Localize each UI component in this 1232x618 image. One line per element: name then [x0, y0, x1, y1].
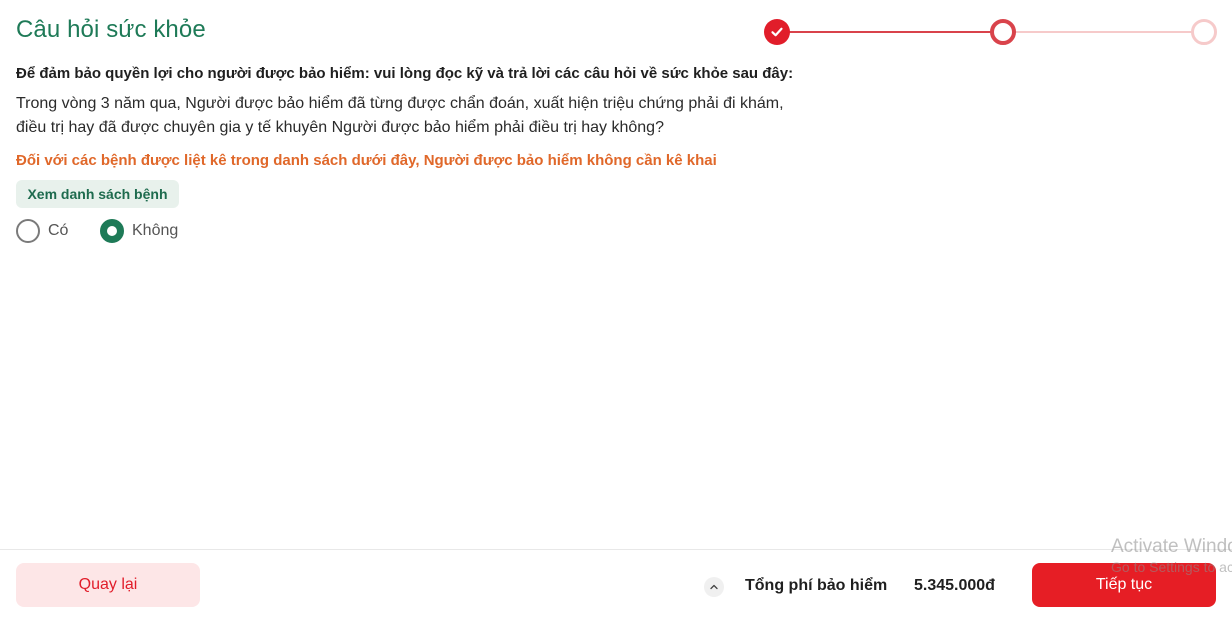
total-fee-label: Tổng phí bảo hiểm: [745, 577, 888, 594]
exclusion-note: Đối với các bệnh được liệt kê trong danh…: [16, 152, 717, 169]
footer-divider: [0, 549, 1232, 550]
stepper-line-completed: [788, 31, 1002, 33]
question-text: Trong vòng 3 năm qua, Người được bảo hiể…: [16, 95, 784, 136]
radio-yes-label: Có: [48, 222, 69, 239]
stepper-line-upcoming: [1014, 31, 1204, 33]
chevron-up-icon: [710, 584, 718, 590]
continue-button[interactable]: Tiếp tục: [1032, 563, 1216, 607]
fee-details-toggle[interactable]: [704, 577, 724, 597]
view-disease-list-button[interactable]: Xem danh sách bệnh: [16, 180, 179, 208]
step-3-upcoming: [1191, 19, 1217, 45]
progress-stepper: [764, 18, 1217, 46]
radio-option-yes[interactable]: Có: [16, 219, 68, 243]
radio-no-circle-selected[interactable]: [100, 219, 124, 243]
radio-no-label: Không: [132, 222, 179, 239]
radio-yes-circle[interactable]: [16, 219, 40, 243]
radio-option-no[interactable]: Không: [100, 219, 178, 243]
check-icon: [771, 27, 783, 37]
back-button[interactable]: Quay lại: [16, 563, 200, 607]
page-title: Câu hỏi sức khỏe: [16, 16, 206, 43]
step-2-current: [990, 19, 1016, 45]
question-intro: Để đảm bảo quyền lợi cho người được bảo …: [16, 65, 794, 82]
total-fee-value: 5.345.000đ: [914, 577, 995, 594]
step-1-completed: [764, 19, 790, 45]
watermark-title: Activate Windows: [1111, 536, 1232, 557]
